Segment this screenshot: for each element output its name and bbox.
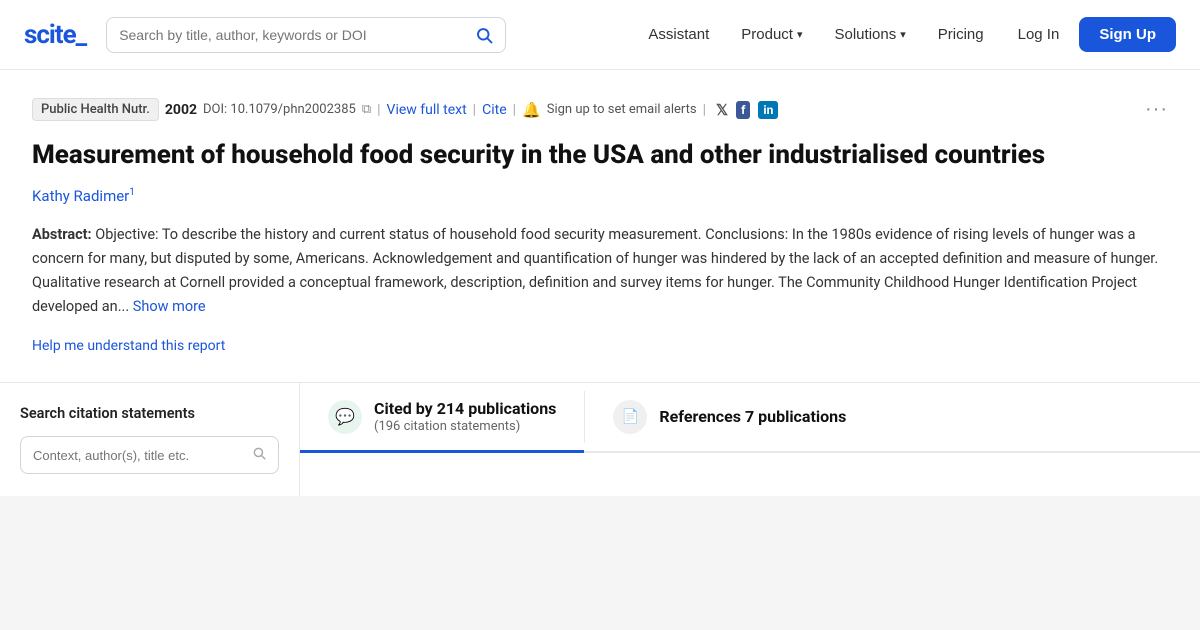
header: scite_ Assistant Product ▾ Solutions ▾ P… bbox=[0, 0, 1200, 70]
view-full-text-link[interactable]: View full text bbox=[387, 102, 467, 118]
abstract: Abstract: Objective: To describe the his… bbox=[32, 223, 1168, 319]
citation-search-input-wrapper bbox=[20, 436, 279, 474]
nav-pricing[interactable]: Pricing bbox=[924, 18, 998, 51]
tabs-row: 💬 Cited by 214 publications (196 citatio… bbox=[300, 383, 1200, 453]
copy-icon[interactable]: ⧉ bbox=[362, 102, 371, 117]
tab-cited-by[interactable]: 💬 Cited by 214 publications (196 citatio… bbox=[300, 383, 584, 453]
login-button[interactable]: Log In bbox=[1002, 18, 1076, 51]
cited-by-label: Cited by 214 publications bbox=[374, 399, 556, 418]
bell-icon: 🔔 bbox=[522, 101, 541, 119]
more-options-button[interactable]: ··· bbox=[1145, 98, 1168, 121]
abstract-label: Abstract: bbox=[32, 226, 92, 243]
paper-doi: DOI: 10.1079/phn2002385 bbox=[203, 102, 356, 117]
social-icons: 𝕏 f in bbox=[716, 101, 778, 119]
nav-assistant[interactable]: Assistant bbox=[634, 18, 723, 51]
nav-product[interactable]: Product ▾ bbox=[727, 18, 816, 51]
references-icon: 📄 bbox=[613, 400, 647, 434]
journal-badge: Public Health Nutr. bbox=[32, 98, 159, 121]
tabs-section: 💬 Cited by 214 publications (196 citatio… bbox=[300, 383, 1200, 496]
cite-link[interactable]: Cite bbox=[482, 102, 507, 118]
linkedin-icon[interactable]: in bbox=[758, 101, 778, 119]
logo[interactable]: scite_ bbox=[24, 20, 86, 50]
author-sup: 1 bbox=[129, 187, 135, 198]
references-label: References 7 publications bbox=[659, 407, 846, 426]
search-bar bbox=[106, 17, 506, 53]
help-understand-link[interactable]: Help me understand this report bbox=[32, 338, 225, 354]
authors-list: Kathy Radimer1 bbox=[32, 187, 1168, 205]
main-nav: Assistant Product ▾ Solutions ▾ Pricing … bbox=[634, 17, 1176, 52]
chevron-down-icon: ▾ bbox=[797, 28, 803, 41]
author-name[interactable]: Kathy Radimer bbox=[32, 187, 129, 205]
search-citations-panel: Search citation statements bbox=[0, 383, 300, 496]
chevron-down-icon: ▾ bbox=[900, 28, 906, 41]
facebook-icon[interactable]: f bbox=[736, 101, 750, 119]
email-alert-text: Sign up to set email alerts bbox=[547, 102, 697, 117]
main-content: Public Health Nutr. 2002 DOI: 10.1079/ph… bbox=[0, 70, 1200, 382]
paper-meta: Public Health Nutr. 2002 DOI: 10.1079/ph… bbox=[32, 98, 1168, 121]
bottom-section: Search citation statements 💬 Cited by 21… bbox=[0, 382, 1200, 496]
search-sm-icon bbox=[252, 446, 266, 464]
paper-year: 2002 bbox=[165, 102, 197, 118]
signup-button[interactable]: Sign Up bbox=[1079, 17, 1176, 52]
twitter-icon[interactable]: 𝕏 bbox=[716, 101, 728, 119]
search-input[interactable] bbox=[119, 27, 475, 43]
search-citations-title: Search citation statements bbox=[20, 405, 279, 422]
search-button[interactable] bbox=[475, 26, 493, 44]
nav-solutions[interactable]: Solutions ▾ bbox=[821, 18, 920, 51]
cited-by-icon: 💬 bbox=[328, 400, 362, 434]
cited-by-sub: (196 citation statements) bbox=[374, 419, 556, 434]
citation-search-input[interactable] bbox=[33, 448, 244, 463]
tab-references[interactable]: 📄 References 7 publications bbox=[585, 383, 874, 453]
paper-title: Measurement of household food security i… bbox=[32, 139, 1168, 173]
show-more-link[interactable]: Show more bbox=[133, 298, 206, 315]
